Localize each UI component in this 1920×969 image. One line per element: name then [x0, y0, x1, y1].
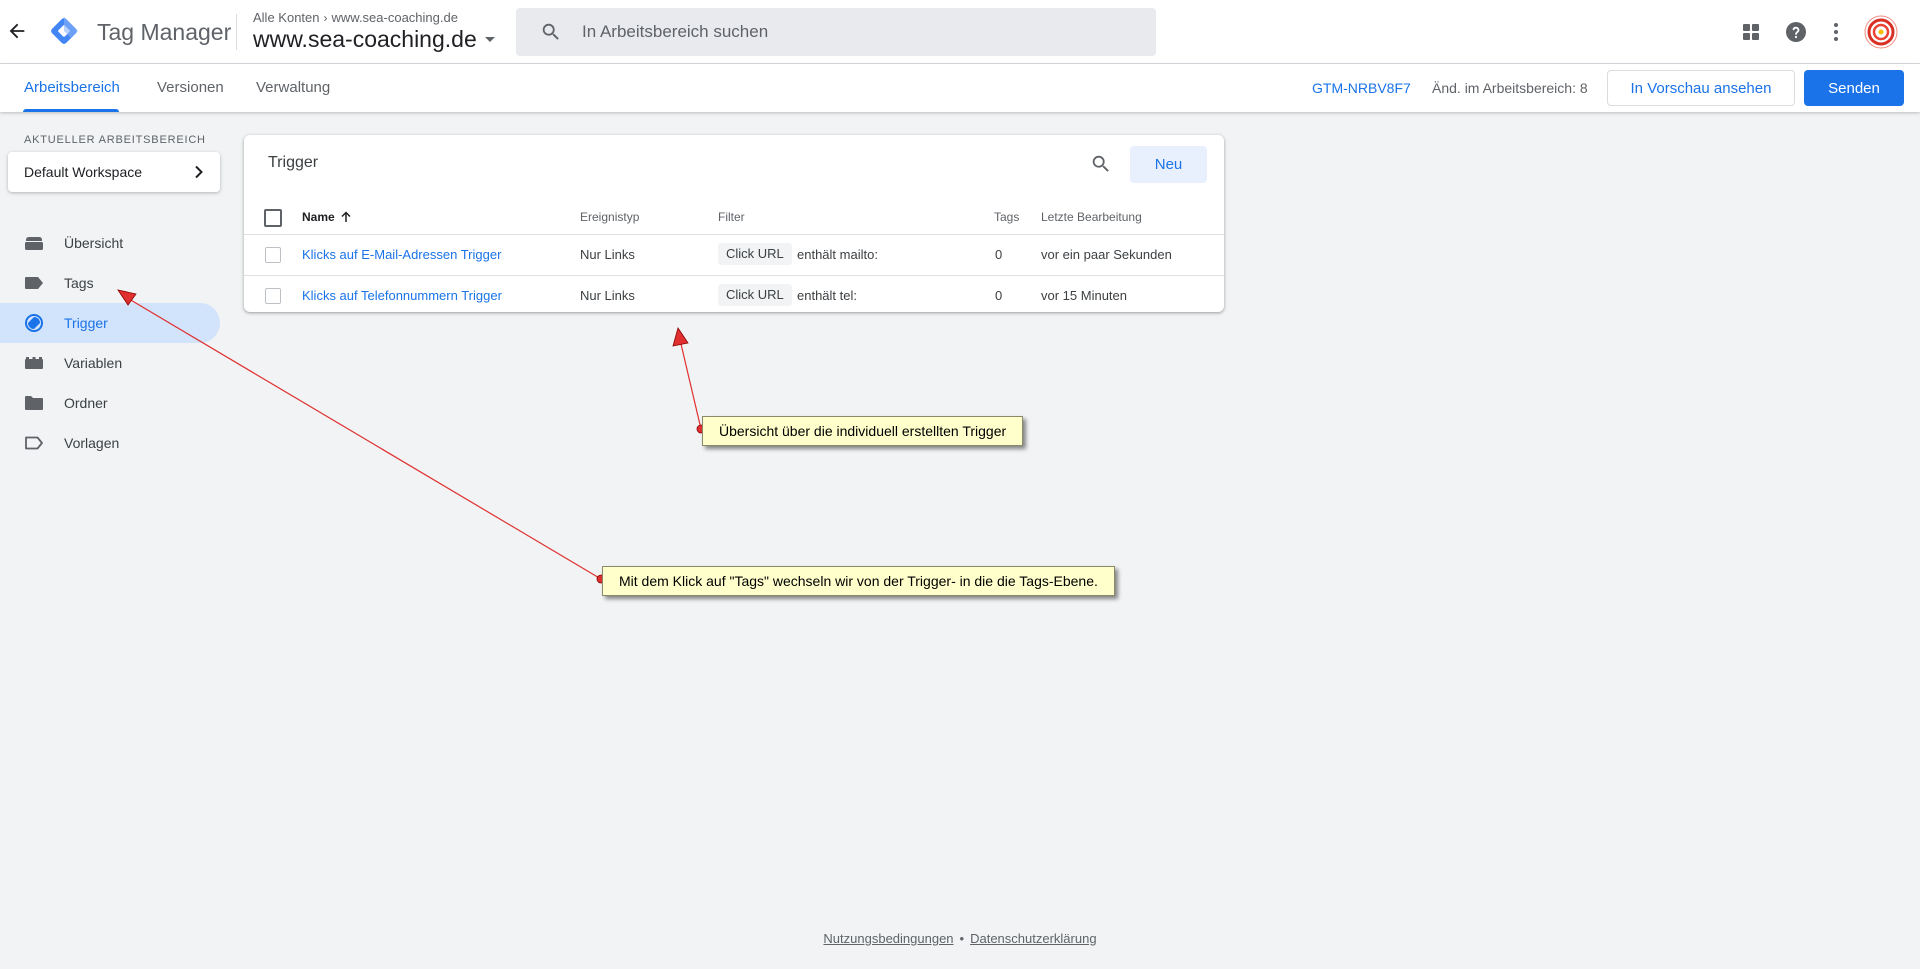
filter-condition: enthält mailto: [797, 247, 878, 262]
more-vert-icon[interactable] [1826, 20, 1846, 44]
breadcrumb-all-accounts[interactable]: Alle Konten [253, 10, 320, 25]
workspace-name: Default Workspace [24, 164, 143, 180]
folder-icon [24, 393, 44, 413]
appbar-divider [236, 14, 237, 50]
breadcrumb-account[interactable]: www.sea-coaching.de [332, 10, 458, 25]
sort-ascending-icon [341, 211, 351, 222]
sidebar-item-variables[interactable]: Variablen [0, 343, 220, 383]
select-all-checkbox[interactable] [264, 209, 282, 227]
sidebar-item-folders[interactable]: Ordner [0, 383, 220, 423]
submit-button[interactable]: Senden [1804, 70, 1904, 106]
tag-icon [24, 273, 44, 293]
footer-separator: • [959, 931, 965, 946]
column-header-filter[interactable]: Filter [718, 210, 745, 224]
product-name: Tag Manager [97, 19, 232, 45]
chevron-right-icon [195, 165, 203, 179]
sidebar-item-label: Tags [64, 275, 94, 291]
tag-manager-logo-icon [51, 17, 78, 44]
filter-variable-chip: Click URL [718, 243, 792, 265]
sidebar-item-label: Variablen [64, 355, 123, 371]
search-icon[interactable] [1090, 153, 1112, 175]
tab-versions[interactable]: Versionen [157, 79, 224, 96]
filter-variable-chip: Click URL [718, 284, 792, 306]
table-row[interactable]: Klicks auf Telefonnummern Trigger Nur Li… [244, 276, 1224, 316]
sidebar-item-label: Vorlagen [64, 435, 120, 451]
column-header-name[interactable]: Name [302, 210, 352, 224]
container-name: www.sea-coaching.de [253, 26, 477, 52]
annotation-arrow-line [680, 343, 702, 430]
last-edited: vor 15 Minuten [1041, 288, 1127, 303]
breadcrumb: Alle Konten › www.sea-coaching.de [253, 10, 458, 25]
template-icon [24, 433, 44, 453]
row-checkbox[interactable] [265, 288, 281, 304]
chevron-right-icon: › [323, 10, 328, 25]
table-header: Name Ereignistyp Filter Tags Letzte Bear… [244, 201, 1224, 235]
sidebar-item-label: Übersicht [64, 235, 124, 251]
workspace-changes-count: Änd. im Arbeitsbereich: 8 [1432, 80, 1588, 96]
avatar[interactable] [1864, 15, 1898, 49]
tab-workspace[interactable]: Arbeitsbereich [24, 79, 120, 96]
annotation-callout-tags: Mit dem Klick auf "Tags" wechseln wir vo… [602, 566, 1115, 596]
trigger-icon [24, 313, 44, 333]
dropdown-caret-icon [484, 37, 495, 42]
table-row[interactable]: Klicks auf E-Mail-Adressen Trigger Nur L… [244, 235, 1224, 276]
apps-grid-icon[interactable] [1741, 22, 1761, 42]
sidebar-item-templates[interactable]: Vorlagen [0, 423, 220, 463]
column-header-event-type[interactable]: Ereignistyp [580, 210, 639, 224]
variables-icon [24, 353, 44, 373]
back-arrow-icon[interactable] [6, 20, 28, 42]
sidebar-item-trigger[interactable]: Trigger [0, 303, 220, 343]
last-edited: vor ein paar Sekunden [1041, 247, 1172, 262]
workspace-search[interactable] [516, 8, 1156, 56]
column-header-name-label: Name [302, 210, 335, 224]
trigger-name-link[interactable]: Klicks auf E-Mail-Adressen Trigger [302, 247, 501, 262]
secondary-tab-bar: Arbeitsbereich Versionen Verwaltung GTM-… [0, 64, 1920, 112]
card-title: Trigger [268, 154, 319, 171]
new-trigger-button[interactable]: Neu [1130, 146, 1207, 183]
trigger-name-link[interactable]: Klicks auf Telefonnummern Trigger [302, 288, 502, 303]
tab-admin[interactable]: Verwaltung [256, 79, 330, 96]
filter-condition: enthält tel: [797, 288, 857, 303]
search-icon [542, 23, 559, 40]
help-icon[interactable] [1784, 20, 1808, 44]
workspace-label: AKTUELLER ARBEITSBEREICH [24, 134, 206, 146]
annotation-arrowhead [672, 327, 689, 347]
tags-count: 0 [995, 288, 1003, 303]
sidebar-item-label: Trigger [64, 315, 108, 331]
row-checkbox[interactable] [265, 247, 281, 263]
sidebar-item-label: Ordner [64, 395, 108, 411]
briefcase-icon [24, 233, 44, 253]
top-app-bar: Tag Manager Alle Konten › www.sea-coachi… [0, 0, 1920, 64]
event-type: Nur Links [580, 288, 635, 303]
privacy-link[interactable]: Datenschutzerklärung [970, 931, 1096, 946]
sidebar-item-tags[interactable]: Tags [0, 263, 220, 303]
container-selector[interactable]: www.sea-coaching.de [253, 26, 495, 53]
column-header-tags[interactable]: Tags [994, 210, 1019, 224]
event-type: Nur Links [580, 247, 635, 262]
trigger-list-card: Trigger Neu Name Ereignistyp Filter Tags… [244, 135, 1224, 312]
annotation-callout-overview: Übersicht über die individuell erstellte… [702, 416, 1024, 446]
footer: Nutzungsbedingungen • Datenschutzerklärung [0, 931, 1920, 946]
tags-count: 0 [995, 247, 1003, 262]
preview-button[interactable]: In Vorschau ansehen [1607, 70, 1795, 106]
search-input[interactable] [580, 21, 1124, 43]
column-header-last-edited[interactable]: Letzte Bearbeitung [1041, 210, 1142, 224]
workspace-selector[interactable]: Default Workspace [8, 152, 220, 192]
container-id-link[interactable]: GTM-NRBV8F7 [1312, 80, 1411, 96]
sidebar-item-overview[interactable]: Übersicht [0, 223, 220, 263]
active-tab-indicator [23, 109, 119, 112]
terms-link[interactable]: Nutzungsbedingungen [823, 931, 953, 946]
